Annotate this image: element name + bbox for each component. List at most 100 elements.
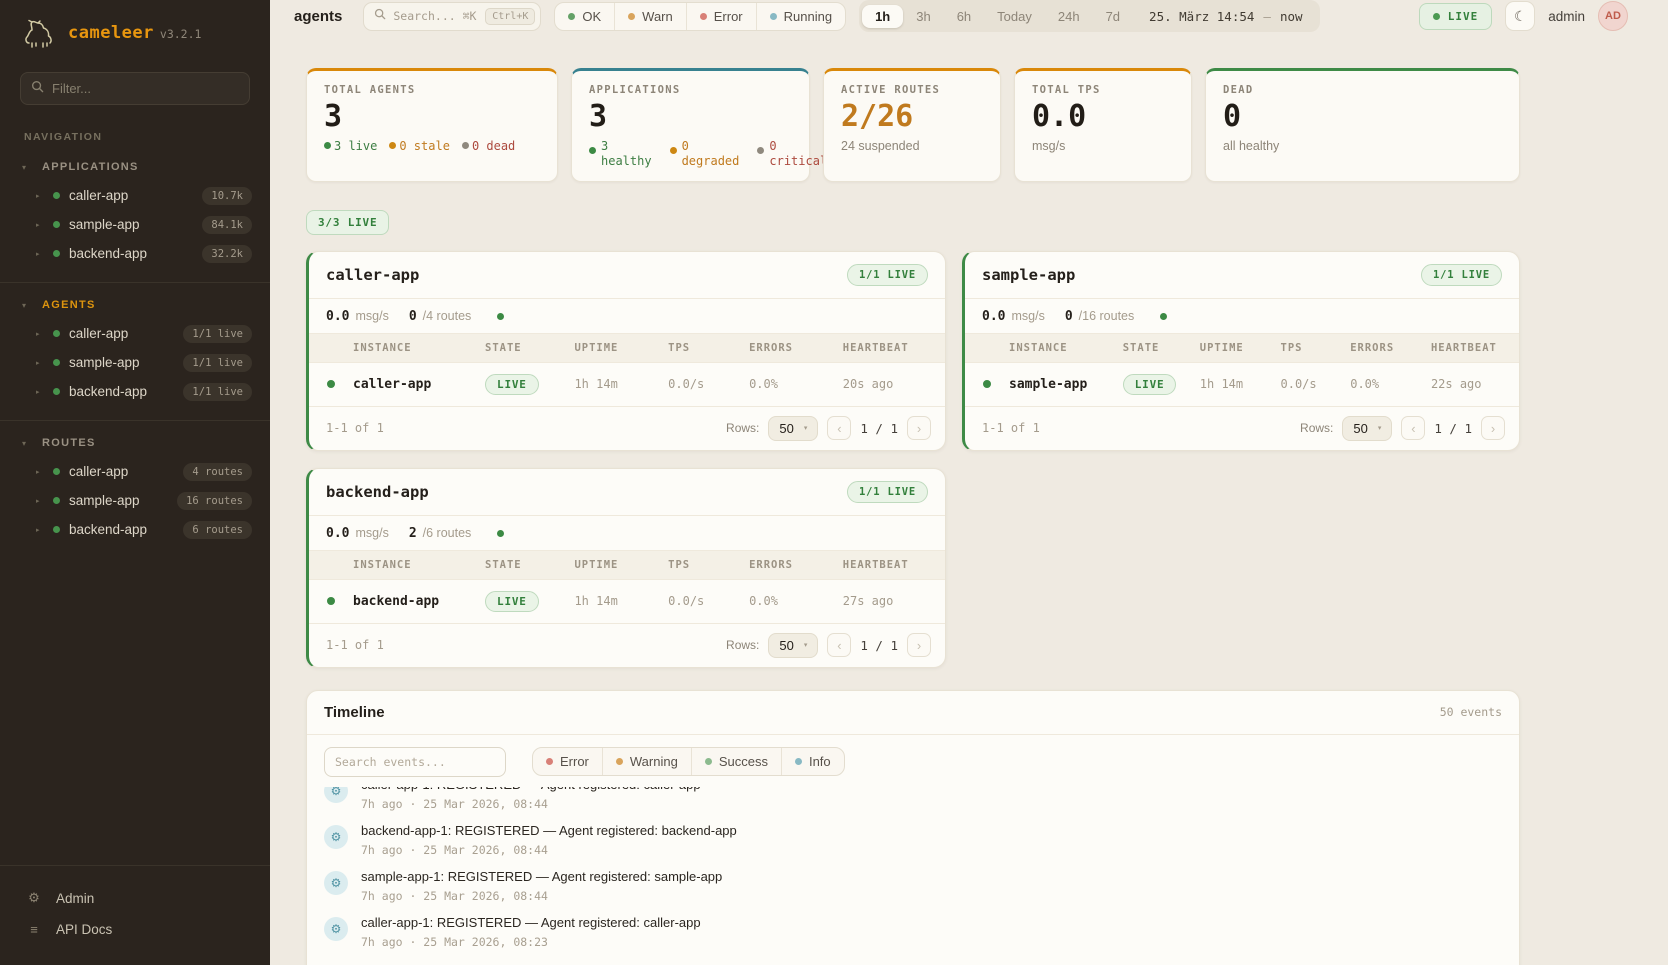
- sidebar-filter[interactable]: [20, 72, 250, 105]
- timeline-event[interactable]: ⚙ caller-app-1: REGISTERED — Agent regis…: [324, 909, 1502, 955]
- prev-page-button[interactable]: ‹: [827, 416, 851, 440]
- timeline-controls: Error Warning Success Info: [307, 735, 1519, 787]
- app-card-title[interactable]: caller-app: [326, 266, 419, 284]
- status-dot: [53, 250, 60, 257]
- warning-dot: [616, 758, 623, 765]
- page-indicator: 1 / 1: [860, 638, 898, 653]
- app-card-header: backend-app 1/1 LIVE: [309, 469, 945, 516]
- time-range-today[interactable]: Today: [984, 5, 1045, 28]
- section-header-applications[interactable]: ▾ APPLICATIONS: [0, 159, 270, 181]
- timeline-filter-error[interactable]: Error: [533, 748, 602, 775]
- filter-chip-label: Error: [560, 754, 589, 769]
- sidebar-item-api-docs[interactable]: ≡ API Docs: [26, 914, 244, 945]
- section-label: ROUTES: [42, 437, 96, 449]
- avatar[interactable]: AD: [1598, 1, 1628, 31]
- app-card-title[interactable]: backend-app: [326, 483, 429, 501]
- sidebar-item-routes-caller-app[interactable]: ▸ caller-app 4 routes: [0, 457, 270, 486]
- filter-chip-error[interactable]: Error: [686, 3, 756, 30]
- col-state: STATE: [485, 342, 574, 354]
- sidebar-item-agents-backend-app[interactable]: ▸ backend-app 1/1 live: [0, 377, 270, 406]
- rows-per-page-select[interactable]: 50 ▾: [1342, 416, 1392, 441]
- routes-value: 2: [409, 526, 417, 541]
- status-dot: [53, 497, 60, 504]
- dead-dot: [462, 142, 469, 149]
- chevron-right-icon: ▸: [36, 388, 44, 396]
- table-row[interactable]: caller-app LIVE 1h 14m 0.0/s 0.0% 20s ag…: [309, 363, 945, 406]
- filter-chip-running[interactable]: Running: [756, 3, 845, 30]
- col-errors: ERRORS: [749, 342, 843, 354]
- event-timestamp: 7h ago · 25 Mar 2026, 08:44: [361, 843, 737, 857]
- timeline-event[interactable]: ⚙ sample-app-1: REGISTERED — Agent regis…: [324, 863, 1502, 909]
- sidebar-item-agents-caller-app[interactable]: ▸ caller-app 1/1 live: [0, 319, 270, 348]
- table-row[interactable]: backend-app LIVE 1h 14m 0.0/s 0.0% 27s a…: [309, 580, 945, 623]
- col-uptime: UPTIME: [1200, 342, 1281, 354]
- app-live-badge: 1/1 LIVE: [1421, 264, 1502, 286]
- time-range-6h[interactable]: 6h: [944, 5, 984, 28]
- event-title: caller-app-1: REGISTERED — Agent registe…: [361, 787, 701, 792]
- sidebar-item-routes-sample-app[interactable]: ▸ sample-app 16 routes: [0, 486, 270, 515]
- theme-toggle-button[interactable]: ☾: [1505, 1, 1535, 31]
- filter-chip-label: Info: [809, 754, 831, 769]
- status-dot: [53, 526, 60, 533]
- prev-page-button[interactable]: ‹: [827, 633, 851, 657]
- timeline-filter-success[interactable]: Success: [691, 748, 781, 775]
- sidebar-item-badge: 6 routes: [183, 521, 252, 539]
- timeline-search[interactable]: [324, 747, 506, 777]
- section-header-agents[interactable]: ▾ AGENTS: [0, 297, 270, 319]
- filter-chip-warn[interactable]: Warn: [614, 3, 686, 30]
- live-dot: [324, 142, 331, 149]
- legend-value: 0: [682, 139, 740, 154]
- rows-per-page-select[interactable]: 50 ▾: [768, 633, 818, 658]
- next-page-button[interactable]: ›: [907, 416, 931, 440]
- rows-per-page-select[interactable]: 50 ▾: [768, 416, 818, 441]
- uptime-value: 1h 14m: [574, 594, 668, 608]
- filter-chip-ok[interactable]: OK: [555, 3, 614, 30]
- errors-cell: 0.0%: [749, 377, 843, 391]
- timeline-event[interactable]: ⚙ caller-app-1: REGISTERED — Agent regis…: [324, 787, 1502, 817]
- sidebar-item-routes-backend-app[interactable]: ▸ backend-app 6 routes: [0, 515, 270, 544]
- global-search[interactable]: Ctrl+K: [363, 2, 541, 31]
- section-header-routes[interactable]: ▾ ROUTES: [0, 435, 270, 457]
- sidebar-item-label: sample-app: [69, 355, 174, 370]
- time-range-1h[interactable]: 1h: [862, 5, 903, 28]
- chevron-left-icon: ‹: [1411, 421, 1415, 436]
- timeline-search-input[interactable]: [335, 748, 495, 776]
- timeline-filter-warning[interactable]: Warning: [602, 748, 691, 775]
- routes-value: 0: [1065, 309, 1073, 324]
- chevron-right-icon: ›: [1491, 421, 1495, 436]
- app-card-title[interactable]: sample-app: [982, 266, 1075, 284]
- instance-status-dot: [327, 380, 335, 388]
- global-search-input[interactable]: [393, 9, 478, 23]
- sidebar-item-applications-caller-app[interactable]: ▸ caller-app 10.7k: [0, 181, 270, 210]
- sidebar: cameleerv3.2.1 NAVIGATION ▾ APPLICATIONS…: [0, 0, 270, 965]
- sidebar-item-applications-sample-app[interactable]: ▸ sample-app 84.1k: [0, 210, 270, 239]
- sidebar-item-label: backend-app: [69, 246, 193, 261]
- timeline-event[interactable]: ⚙ backend-app-1: REGISTERED — Agent regi…: [324, 817, 1502, 863]
- sidebar-item-agents-sample-app[interactable]: ▸ sample-app 1/1 live: [0, 348, 270, 377]
- table-row[interactable]: sample-app LIVE 1h 14m 0.0/s 0.0% 22s ag…: [965, 363, 1519, 406]
- timeline-filter-info[interactable]: Info: [781, 748, 844, 775]
- brand-row[interactable]: cameleerv3.2.1: [0, 0, 270, 64]
- chevron-right-icon: ▸: [36, 250, 44, 258]
- ok-dot: [568, 13, 575, 20]
- next-page-button[interactable]: ›: [1481, 416, 1505, 440]
- sidebar-filter-input[interactable]: [52, 81, 239, 96]
- prev-page-button[interactable]: ‹: [1401, 416, 1425, 440]
- time-range-7d[interactable]: 7d: [1093, 5, 1133, 28]
- sidebar-item-applications-backend-app[interactable]: ▸ backend-app 32.2k: [0, 239, 270, 268]
- running-dot: [770, 13, 777, 20]
- sidebar-item-admin[interactable]: ⚙ Admin: [26, 882, 244, 914]
- filter-chip-label: Running: [784, 9, 832, 24]
- success-dot: [705, 758, 712, 765]
- timeline-events-list[interactable]: ⚙ caller-app-1: REGISTERED — Agent regis…: [307, 787, 1519, 965]
- stat-value: 3: [324, 101, 540, 133]
- time-range-3h[interactable]: 3h: [903, 5, 943, 28]
- status-filter-group: OK Warn Error Running: [554, 2, 846, 31]
- live-status-badge[interactable]: LIVE: [1419, 3, 1493, 30]
- time-range-24h[interactable]: 24h: [1045, 5, 1093, 28]
- time-range-display[interactable]: 25. März 14:54 — now: [1133, 9, 1316, 24]
- next-page-button[interactable]: ›: [907, 633, 931, 657]
- sidebar-item-label: caller-app: [69, 326, 174, 341]
- state-badge: LIVE: [1123, 374, 1177, 395]
- app-card-stats: 0.0 msg/s 0 /4 routes: [309, 299, 945, 333]
